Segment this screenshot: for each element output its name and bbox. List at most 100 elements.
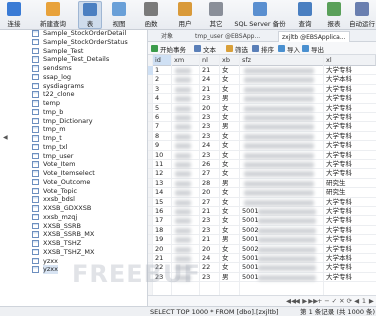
grid-cell-xl[interactable]: 大学专科: [324, 263, 376, 272]
toolbar-button-schedule[interactable]: 自动运行: [348, 1, 376, 29]
tree-item-table[interactable]: Sample_Test: [0, 47, 147, 56]
grid-cell-nl[interactable]: 20: [200, 188, 220, 197]
column-header-xb[interactable]: xb: [220, 55, 240, 66]
tree-item-table[interactable]: tmp_b: [0, 108, 147, 117]
tree-item-table[interactable]: tmp_t: [0, 134, 147, 143]
grid-cell-nl[interactable]: 24: [200, 75, 220, 84]
tab-2[interactable]: zxjltb @EBSApplica...: [278, 31, 350, 42]
grid-cell-id[interactable]: 20: [153, 245, 172, 254]
tree-item-table[interactable]: tmp_m: [0, 125, 147, 134]
grid-cell-xb[interactable]: 女: [220, 207, 240, 216]
grid-cell-id[interactable]: 11: [153, 160, 172, 169]
grid-cell-id[interactable]: 4: [153, 94, 172, 103]
column-header-sfz[interactable]: sfz: [240, 55, 324, 66]
grid-cell-sfz[interactable]: 5001: [240, 235, 324, 244]
grid-cell-xb[interactable]: 女: [220, 141, 240, 150]
grid-cell-xl[interactable]: 研究生: [324, 179, 376, 188]
grid-cell-id[interactable]: 17: [153, 216, 172, 225]
grid-cell-xl[interactable]: 大学专科: [324, 198, 376, 207]
grid-cell-xl[interactable]: 大学专科: [324, 132, 376, 141]
grid-cell-xl[interactable]: 大学专科: [324, 104, 376, 113]
grid-cell-xb[interactable]: 男: [220, 273, 240, 282]
grid-cell-xl[interactable]: 大学专科: [324, 235, 376, 244]
import-button[interactable]: 导入: [278, 43, 300, 54]
tree-item-table[interactable]: Vote_Outcome: [0, 178, 147, 187]
grid-cell-sfz[interactable]: 5002: [240, 226, 324, 235]
grid-cell-nl[interactable]: 28: [200, 179, 220, 188]
grid-cell-nl[interactable]: 21: [200, 85, 220, 94]
begin-transaction-button[interactable]: 开始事务: [151, 43, 186, 54]
toolbar-button-backup[interactable]: SQL Server 备份: [232, 1, 288, 29]
grid-cell-nl[interactable]: 23: [200, 226, 220, 235]
tree-item-table[interactable]: sendsms: [0, 64, 147, 73]
tree-item-table[interactable]: tmp_user: [0, 152, 147, 161]
grid-cell-nl[interactable]: 23: [200, 273, 220, 282]
column-header-xm[interactable]: xm: [172, 55, 200, 66]
grid-cell-sfz[interactable]: 5001: [240, 263, 324, 272]
tree-item-table[interactable]: XXSB_TSHZ_MX: [0, 248, 147, 257]
tree-item-table[interactable]: t22_clone: [0, 90, 147, 99]
tree-item-table[interactable]: Sample_StockOrderStatus: [0, 38, 147, 47]
grid-cell-id[interactable]: 14: [153, 188, 172, 197]
grid-cell-xb[interactable]: 女: [220, 75, 240, 84]
grid-cell-xb[interactable]: 女: [220, 245, 240, 254]
tree-item-table[interactable]: XXSB_SSRB_MX: [0, 230, 147, 239]
nav-button-11[interactable]: ▶: [367, 297, 375, 306]
grid-cell-xl[interactable]: 大学专科: [324, 66, 376, 75]
grid-cell-id[interactable]: 6: [153, 113, 172, 122]
tree-item-table[interactable]: Sample_StockOrderDetail: [0, 30, 147, 38]
tree-item-table[interactable]: Vote_Itemselect: [0, 169, 147, 178]
data-grid[interactable]: id xm nl xb sfz xl 1 21 女大学专科 2 24 女大学本科 3 21 女大学专科 4 23…: [148, 55, 376, 295]
grid-cell-xb[interactable]: 女: [220, 263, 240, 272]
grid-cell-nl[interactable]: 23: [200, 94, 220, 103]
grid-cell-sfz[interactable]: 5001: [240, 254, 324, 263]
toolbar-button-report[interactable]: 报表: [322, 1, 346, 29]
grid-cell-nl[interactable]: 23: [200, 113, 220, 122]
grid-cell-id[interactable]: 9: [153, 141, 172, 150]
toolbar-button-new-query[interactable]: 新建查询: [32, 1, 74, 29]
toolbar-button-function[interactable]: 函数: [136, 1, 166, 29]
grid-cell-nl[interactable]: 23: [200, 216, 220, 225]
grid-cell-xb[interactable]: 男: [220, 122, 240, 131]
grid-cell-nl[interactable]: 20: [200, 245, 220, 254]
grid-cell-xl[interactable]: 研究生: [324, 188, 376, 197]
toolbar-button-other[interactable]: 其它: [204, 1, 228, 29]
column-header-xl[interactable]: xl: [324, 55, 376, 66]
grid-cell-xl[interactable]: 大学专科: [324, 245, 376, 254]
grid-cell-xb[interactable]: 女: [220, 132, 240, 141]
grid-cell-id[interactable]: 15: [153, 198, 172, 207]
tree-item-table[interactable]: xxsb_mzqj: [0, 213, 147, 222]
grid-cell-xl[interactable]: 大学专科: [324, 160, 376, 169]
export-button[interactable]: 导出: [302, 43, 324, 54]
grid-cell-xb[interactable]: 女: [220, 151, 240, 160]
grid-cell-xl[interactable]: 大学专科: [324, 85, 376, 94]
tree-item-table[interactable]: XXSB_SSRB: [0, 222, 147, 231]
tree-item-table[interactable]: tmp_Dictionary: [0, 117, 147, 126]
grid-cell-nl[interactable]: 21: [200, 207, 220, 216]
grid-cell-xb[interactable]: 女: [220, 104, 240, 113]
grid-cell-nl[interactable]: 27: [200, 169, 220, 178]
grid-cell-nl[interactable]: 20: [200, 104, 220, 113]
grid-cell-sfz[interactable]: 5001: [240, 273, 324, 282]
tree-item-table[interactable]: XXSB_TSHZ: [0, 239, 147, 248]
grid-cell-id[interactable]: 12: [153, 169, 172, 178]
tree-item-table[interactable]: Vote_Topic: [0, 187, 147, 196]
grid-cell-xb[interactable]: 女: [220, 113, 240, 122]
grid-cell-id[interactable]: 3: [153, 85, 172, 94]
grid-cell-xl[interactable]: 大学专科: [324, 113, 376, 122]
grid-cell-id[interactable]: 16: [153, 207, 172, 216]
grid-cell-xb[interactable]: 男: [220, 235, 240, 244]
toolbar-button-user[interactable]: 用户: [170, 1, 200, 29]
grid-cell-xl[interactable]: 大学本科: [324, 254, 376, 263]
grid-cell-xb[interactable]: 女: [220, 169, 240, 178]
grid-cell-id[interactable]: 19: [153, 235, 172, 244]
grid-cell-nl[interactable]: 24: [200, 254, 220, 263]
grid-cell-xl[interactable]: 大学专科: [324, 226, 376, 235]
column-header-id[interactable]: id: [153, 55, 172, 66]
grid-cell-xl[interactable]: 大学专科: [324, 207, 376, 216]
grid-cell-xl[interactable]: 大学专科: [324, 151, 376, 160]
grid-cell-xb[interactable]: 女: [220, 198, 240, 207]
grid-cell-sfz[interactable]: 5001: [240, 207, 324, 216]
grid-cell-xl[interactable]: 大学专科: [324, 169, 376, 178]
grid-cell-xb[interactable]: 女: [220, 160, 240, 169]
